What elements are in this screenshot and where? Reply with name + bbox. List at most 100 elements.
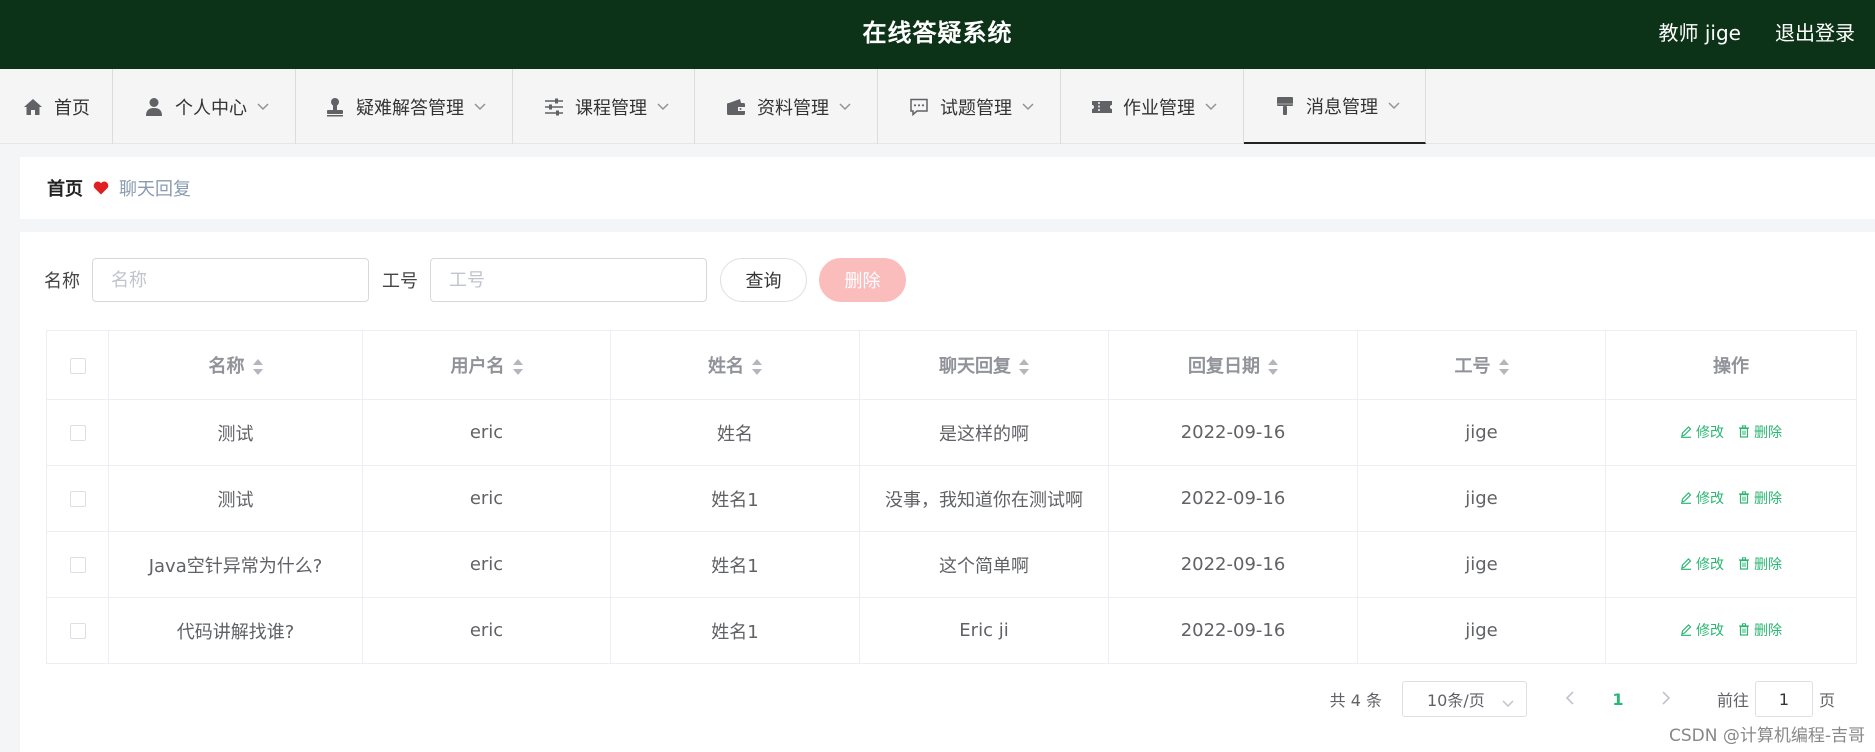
chevron-down-icon	[474, 100, 488, 114]
sort-icon[interactable]	[1268, 359, 1278, 375]
prev-page-button[interactable]	[1555, 690, 1585, 709]
table-row: 测试 eric 姓名 是这样的啊 2022-09-16 jige 修改 删除	[46, 399, 1857, 466]
table-cell: 2022-09-16	[1108, 399, 1358, 466]
breadcrumb-current: 聊天回复	[119, 179, 191, 200]
sort-icon[interactable]	[752, 359, 762, 375]
breadcrumb: 首页 聊天回复	[20, 157, 1875, 219]
nav-label: 作业管理	[1123, 97, 1195, 119]
table-cell: 姓名	[610, 399, 860, 466]
trash-icon	[1739, 491, 1749, 504]
edit-icon	[1681, 558, 1692, 571]
chevron-down-icon	[1022, 100, 1036, 114]
trash-icon	[1739, 425, 1749, 438]
page-number[interactable]: 1	[1603, 690, 1633, 709]
user-name: 教师 jige	[1658, 21, 1741, 45]
table-cell: Eric ji	[859, 597, 1109, 664]
stamp-icon	[324, 96, 346, 118]
name-label: 名称	[44, 271, 80, 292]
trash-icon	[1739, 623, 1749, 636]
column-header[interactable]: 回复日期	[1108, 330, 1358, 400]
sort-icon[interactable]	[512, 359, 523, 375]
sort-icon[interactable]	[1019, 359, 1029, 375]
row-checkbox[interactable]	[69, 425, 86, 441]
delete-button[interactable]: 删除	[1738, 488, 1782, 508]
delete-button[interactable]: 删除	[1738, 422, 1782, 442]
table-cell: 测试	[108, 399, 363, 466]
name-input[interactable]	[92, 258, 369, 302]
sort-icon[interactable]	[1498, 359, 1509, 375]
nav-item-homework[interactable]: 作业管理	[1061, 69, 1244, 144]
table-cell: jige	[1357, 465, 1606, 532]
total-count: 共 4 条	[1329, 691, 1382, 710]
chevron-left-icon	[1565, 690, 1574, 705]
column-header[interactable]: 工号	[1357, 330, 1606, 400]
nav-label: 首页	[54, 97, 90, 119]
table-cell: jige	[1357, 531, 1606, 598]
chevron-right-icon	[1662, 690, 1671, 705]
table-cell: 这个简单啊	[859, 531, 1109, 598]
delete-button[interactable]: 删除	[1738, 554, 1782, 574]
page-size-select[interactable]: 10条/页	[1401, 681, 1527, 717]
chevron-down-icon	[257, 100, 271, 114]
chevron-down-icon	[657, 100, 671, 114]
goto-page-input[interactable]	[1754, 681, 1813, 717]
delete-button[interactable]: 删除	[1738, 620, 1782, 640]
row-checkbox[interactable]	[69, 557, 86, 573]
id-input[interactable]	[430, 258, 707, 302]
goto-suffix: 页	[1818, 691, 1835, 710]
table-cell: 测试	[108, 465, 363, 532]
edit-button[interactable]: 修改	[1680, 620, 1724, 640]
column-header[interactable]: 用户名	[362, 330, 611, 400]
brush-icon	[1274, 95, 1296, 117]
column-header[interactable]: 姓名	[610, 330, 860, 400]
home-icon	[22, 96, 44, 118]
chevron-down-icon	[839, 100, 853, 114]
nav-item-message[interactable]: 消息管理	[1244, 69, 1426, 144]
trash-icon	[1739, 557, 1749, 570]
table-header-row: 名称 用户名 姓名 聊天回复 回复日期 工号 操作	[46, 330, 1857, 400]
actions-cell: 修改 删除	[1605, 399, 1857, 466]
edit-button[interactable]: 修改	[1680, 488, 1724, 508]
nav-item-course[interactable]: 课程管理	[513, 69, 695, 144]
edit-icon	[1681, 426, 1692, 439]
breadcrumb-home[interactable]: 首页	[47, 175, 83, 201]
table-cell: eric	[362, 399, 611, 466]
table-cell: jige	[1357, 399, 1606, 466]
nav-item-qa[interactable]: 疑难解答管理	[296, 69, 513, 144]
table-cell: Java空针异常为什么?	[108, 531, 363, 598]
chevron-down-icon	[1205, 100, 1219, 114]
ticket-icon	[1091, 96, 1113, 118]
sliders-icon	[543, 96, 565, 118]
edit-icon	[1681, 492, 1692, 505]
edit-button[interactable]: 修改	[1680, 554, 1724, 574]
pagination: 共 4 条 10条/页 1 前往 页	[1330, 681, 1835, 717]
nav-item-exam[interactable]: 试题管理	[878, 69, 1061, 144]
column-header[interactable]: 聊天回复	[859, 330, 1109, 400]
table-cell: 姓名1	[610, 597, 860, 664]
query-button[interactable]: 查询	[720, 258, 807, 302]
logout-button[interactable]: 退出登录	[1775, 0, 1855, 66]
nav-label: 试题管理	[940, 97, 1012, 119]
select-all-checkbox[interactable]	[69, 357, 86, 374]
table-row: 代码讲解找谁? eric 姓名1 Eric ji 2022-09-16 jige 修改 删除	[46, 597, 1857, 664]
app-header: 在线答疑系统 教师 jige 退出登录	[0, 0, 1875, 69]
nav-item-material[interactable]: 资料管理	[695, 69, 878, 144]
row-checkbox[interactable]	[69, 491, 86, 507]
actions-cell: 修改 删除	[1605, 531, 1857, 598]
edit-button[interactable]: 修改	[1680, 422, 1724, 442]
table-cell: eric	[362, 465, 611, 532]
column-header[interactable]: 名称	[108, 330, 363, 400]
batch-delete-button[interactable]: 删除	[819, 258, 906, 302]
row-select-cell	[46, 531, 109, 598]
nav-item-home[interactable]: 首页	[0, 69, 113, 144]
table-cell: 2022-09-16	[1108, 531, 1358, 598]
nav-item-profile[interactable]: 个人中心	[113, 69, 296, 144]
actions-cell: 修改 删除	[1605, 465, 1857, 532]
table-row: Java空针异常为什么? eric 姓名1 这个简单啊 2022-09-16 jige 修改…	[46, 531, 1857, 598]
nav-label: 消息管理	[1306, 96, 1378, 118]
table-cell: eric	[362, 531, 611, 598]
data-table: 名称 用户名 姓名 聊天回复 回复日期 工号 操作 测试 eric 姓名 是这样的啊 2…	[46, 330, 1857, 664]
row-checkbox[interactable]	[69, 623, 86, 639]
next-page-button[interactable]	[1651, 690, 1681, 709]
sort-icon[interactable]	[252, 359, 263, 375]
